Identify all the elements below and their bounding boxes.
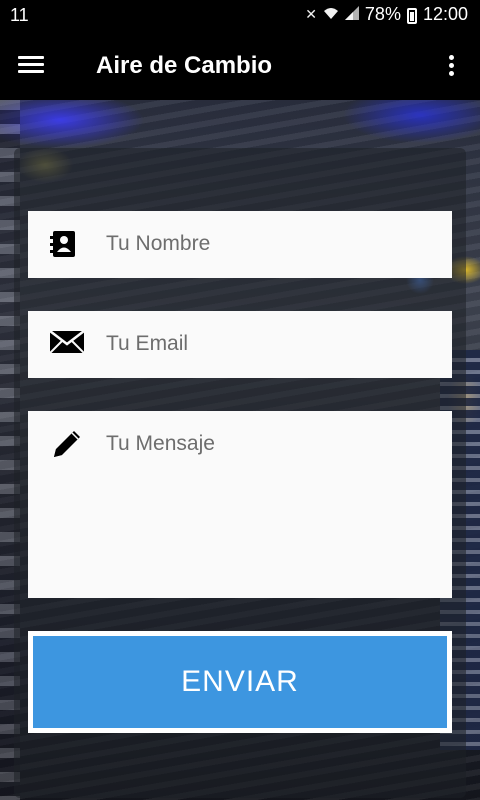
name-placeholder: Tu Nombre [106, 232, 211, 255]
app-title: Aire de Cambio [96, 52, 273, 79]
clock: 12:00 [422, 4, 468, 24]
signal-icon [344, 6, 359, 23]
send-button[interactable]: ENVIAR [28, 631, 452, 733]
name-field[interactable]: Tu Nombre [28, 211, 452, 278]
wifi-icon [323, 6, 339, 23]
hamburger-menu-icon[interactable] [18, 54, 46, 76]
more-vert-icon[interactable] [446, 54, 458, 78]
app-bar: Aire de Cambio [0, 30, 480, 100]
battery-percent: 78% [364, 4, 401, 24]
message-field[interactable]: Tu Mensaje [28, 411, 452, 598]
status-bar: 11 ✕ 78% 12:00 [0, 0, 480, 30]
mute-icon: ✕ [305, 6, 317, 22]
battery-icon [406, 7, 417, 24]
contact-card-icon [50, 229, 84, 259]
email-placeholder: Tu Email [106, 332, 189, 355]
email-field[interactable]: Tu Email [28, 311, 452, 378]
message-placeholder: Tu Mensaje [106, 432, 215, 455]
status-left-text: 11 [10, 5, 29, 25]
status-right-group: ✕ 78% 12:00 [305, 4, 468, 25]
pencil-icon [50, 427, 84, 457]
envelope-icon [49, 329, 85, 359]
